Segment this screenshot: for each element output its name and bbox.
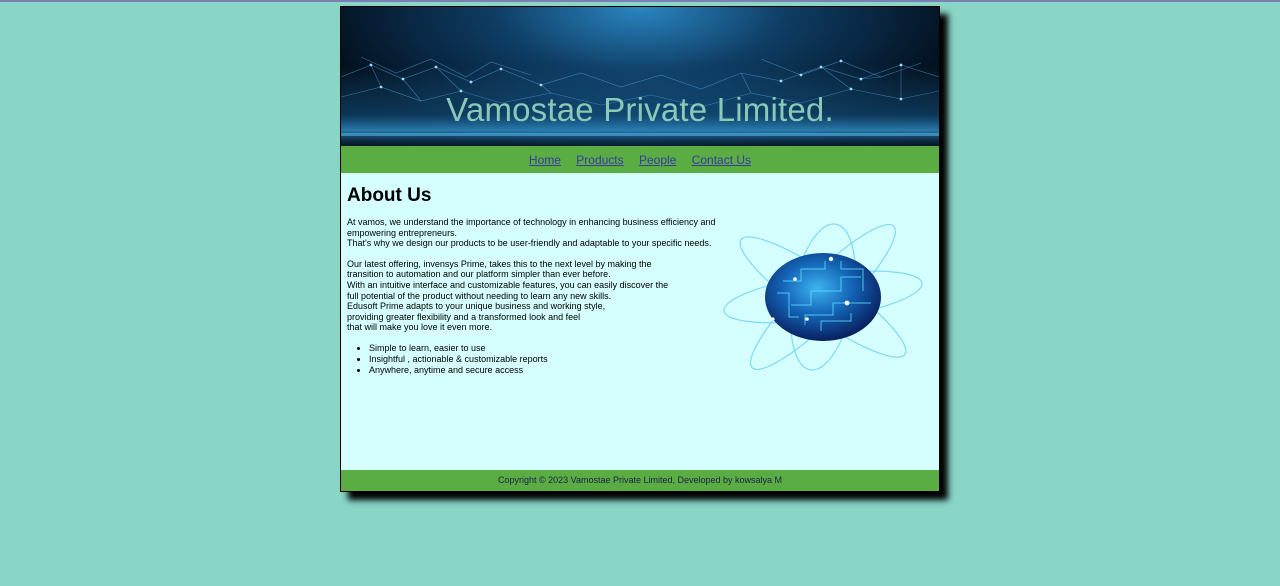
- nav-people-link[interactable]: People: [639, 153, 676, 167]
- header-banner: Vamostae Private Limited.: [341, 7, 939, 146]
- nav-contact-link[interactable]: Contact Us: [692, 153, 751, 167]
- nav-products-link[interactable]: Products: [576, 153, 623, 167]
- page-container: Vamostae Private Limited. Home Products …: [340, 6, 940, 492]
- page-heading: About Us: [347, 185, 432, 206]
- nav-home-link[interactable]: Home: [529, 153, 561, 167]
- footer: Copyright © 2023 Vamostae Private Limite…: [341, 470, 939, 491]
- globe-image: [723, 223, 923, 371]
- nav-bar: Home Products People Contact Us: [341, 146, 939, 173]
- site-title: Vamostae Private Limited.: [446, 91, 834, 128]
- top-border: [0, 0, 1280, 2]
